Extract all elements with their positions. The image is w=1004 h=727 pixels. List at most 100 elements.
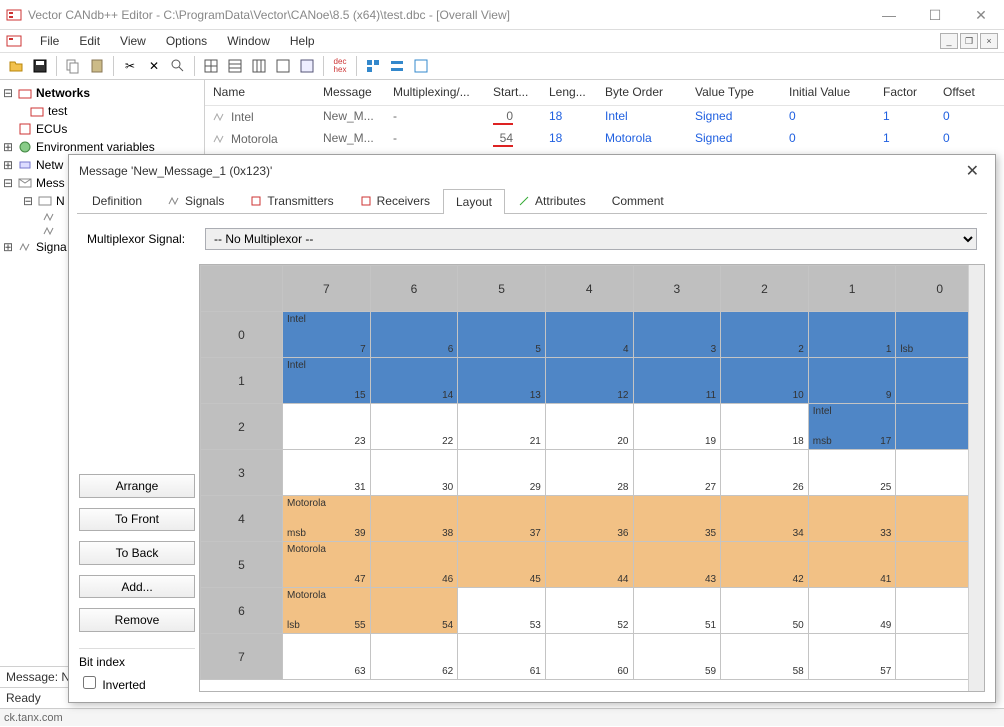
bit-cell[interactable]: 59 bbox=[633, 634, 721, 680]
bit-cell[interactable]: 2 bbox=[721, 312, 809, 358]
bit-cell[interactable]: 22 bbox=[370, 404, 458, 450]
col-vtype[interactable]: Value Type bbox=[687, 80, 781, 105]
bit-cell[interactable]: Intel15 bbox=[283, 358, 371, 404]
bit-cell[interactable]: 43 bbox=[633, 542, 721, 588]
bit-cell[interactable]: 1 bbox=[808, 312, 896, 358]
bit-cell[interactable]: 21 bbox=[458, 404, 546, 450]
bit-cell[interactable]: 38 bbox=[370, 496, 458, 542]
bit-cell[interactable]: 9 bbox=[808, 358, 896, 404]
dechex-icon[interactable]: dechex bbox=[330, 56, 350, 76]
dialog-close-button[interactable]: ✕ bbox=[960, 159, 985, 183]
copy-icon[interactable] bbox=[63, 56, 83, 76]
tree-test[interactable]: test bbox=[2, 102, 202, 120]
save-icon[interactable] bbox=[30, 56, 50, 76]
col-name[interactable]: Name bbox=[205, 80, 315, 105]
bit-cell[interactable]: 34 bbox=[721, 496, 809, 542]
multiplexor-select[interactable]: -- No Multiplexor -- bbox=[205, 228, 977, 250]
grid2-icon[interactable] bbox=[225, 56, 245, 76]
bit-cell[interactable]: 44 bbox=[545, 542, 633, 588]
bit-cell[interactable]: 11 bbox=[633, 358, 721, 404]
minimize-button[interactable]: — bbox=[866, 0, 912, 30]
bit-layout-grid[interactable]: 765432100Intel7654321lsb01Intel151413121… bbox=[199, 264, 985, 692]
mdi-restore[interactable]: ❐ bbox=[960, 33, 978, 49]
maximize-button[interactable]: ☐ bbox=[912, 0, 958, 30]
col-len[interactable]: Leng... bbox=[541, 80, 597, 105]
bit-cell[interactable]: 4 bbox=[545, 312, 633, 358]
bit-cell[interactable]: 62 bbox=[370, 634, 458, 680]
grid-row[interactable]: MotorolaNew_M...-5418MotorolaSigned010 bbox=[205, 128, 1004, 150]
menu-edit[interactable]: Edit bbox=[71, 32, 108, 50]
bit-cell[interactable]: 50 bbox=[721, 588, 809, 634]
col-init[interactable]: Initial Value bbox=[781, 80, 875, 105]
bit-cell[interactable]: 46 bbox=[370, 542, 458, 588]
bit-cell[interactable]: 57 bbox=[808, 634, 896, 680]
col-message[interactable]: Message bbox=[315, 80, 385, 105]
menu-help[interactable]: Help bbox=[282, 32, 323, 50]
bit-cell[interactable]: 45 bbox=[458, 542, 546, 588]
mdi-minimize[interactable]: _ bbox=[940, 33, 958, 49]
menu-view[interactable]: View bbox=[112, 32, 154, 50]
tree-networks[interactable]: ⊟Networks bbox=[2, 84, 202, 102]
toback-button[interactable]: To Back bbox=[79, 541, 195, 565]
bit-cell[interactable]: 27 bbox=[633, 450, 721, 496]
bit-cell[interactable]: 31 bbox=[283, 450, 371, 496]
remove-button[interactable]: Remove bbox=[79, 608, 195, 632]
tab-signals[interactable]: Signals bbox=[155, 188, 237, 213]
bit-cell[interactable]: 25 bbox=[808, 450, 896, 496]
bit-cell[interactable]: 63 bbox=[283, 634, 371, 680]
bit-cell[interactable]: 10 bbox=[721, 358, 809, 404]
cut-icon[interactable]: ✂ bbox=[120, 56, 140, 76]
inverted-checkbox[interactable]: Inverted bbox=[79, 673, 195, 692]
mdi-close[interactable]: × bbox=[980, 33, 998, 49]
bit-cell[interactable]: 30 bbox=[370, 450, 458, 496]
menu-window[interactable]: Window bbox=[219, 32, 278, 50]
tab-transmitters[interactable]: Transmitters bbox=[237, 188, 346, 213]
bit-cell[interactable]: 13 bbox=[458, 358, 546, 404]
bit-cell[interactable]: Motorolalsb55 bbox=[283, 588, 371, 634]
struct3-icon[interactable] bbox=[411, 56, 431, 76]
bit-cell[interactable]: 52 bbox=[545, 588, 633, 634]
bit-cell[interactable]: 36 bbox=[545, 496, 633, 542]
grid4-icon[interactable] bbox=[273, 56, 293, 76]
bit-cell[interactable]: Motorolamsb39 bbox=[283, 496, 371, 542]
tab-layout[interactable]: Layout bbox=[443, 189, 505, 214]
bit-cell[interactable]: 42 bbox=[721, 542, 809, 588]
bit-cell[interactable]: 3 bbox=[633, 312, 721, 358]
bit-cell[interactable]: Motorola47 bbox=[283, 542, 371, 588]
open-icon[interactable] bbox=[6, 56, 26, 76]
delete-icon[interactable]: ✕ bbox=[144, 56, 164, 76]
close-button[interactable]: ✕ bbox=[958, 0, 1004, 30]
bit-cell[interactable]: 33 bbox=[808, 496, 896, 542]
col-start[interactable]: Start... bbox=[485, 80, 541, 105]
bit-cell[interactable]: 18 bbox=[721, 404, 809, 450]
grid-row[interactable]: IntelNew_M...-018IntelSigned010 bbox=[205, 106, 1004, 128]
col-factor[interactable]: Factor bbox=[875, 80, 935, 105]
paste-icon[interactable] bbox=[87, 56, 107, 76]
arrange-button[interactable]: Arrange bbox=[79, 474, 195, 498]
bit-cell[interactable]: 20 bbox=[545, 404, 633, 450]
bit-cell[interactable]: 58 bbox=[721, 634, 809, 680]
bit-cell[interactable]: 28 bbox=[545, 450, 633, 496]
menu-file[interactable]: File bbox=[32, 32, 67, 50]
tab-receivers[interactable]: Receivers bbox=[347, 188, 443, 213]
bit-cell[interactable]: 19 bbox=[633, 404, 721, 450]
bit-cell[interactable]: 12 bbox=[545, 358, 633, 404]
col-order[interactable]: Byte Order bbox=[597, 80, 687, 105]
struct2-icon[interactable] bbox=[387, 56, 407, 76]
bit-cell[interactable]: 5 bbox=[458, 312, 546, 358]
find-icon[interactable] bbox=[168, 56, 188, 76]
bit-cell[interactable]: 6 bbox=[370, 312, 458, 358]
tab-definition[interactable]: Definition bbox=[79, 188, 155, 213]
bit-cell[interactable]: 23 bbox=[283, 404, 371, 450]
col-offset[interactable]: Offset bbox=[935, 80, 985, 105]
col-mux[interactable]: Multiplexing/... bbox=[385, 80, 485, 105]
vertical-scrollbar[interactable] bbox=[968, 265, 984, 691]
bit-cell[interactable]: 35 bbox=[633, 496, 721, 542]
tree-ecus[interactable]: ECUs bbox=[2, 120, 202, 138]
bit-cell[interactable]: 60 bbox=[545, 634, 633, 680]
tab-attributes[interactable]: Attributes bbox=[505, 188, 599, 213]
grid5-icon[interactable] bbox=[297, 56, 317, 76]
bit-cell[interactable]: 29 bbox=[458, 450, 546, 496]
bit-cell[interactable]: 26 bbox=[721, 450, 809, 496]
bit-cell[interactable]: 14 bbox=[370, 358, 458, 404]
